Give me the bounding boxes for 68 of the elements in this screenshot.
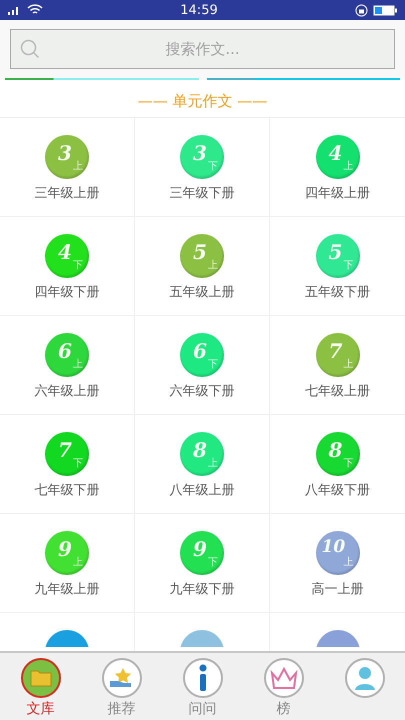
term-mark: 下 (208, 160, 218, 173)
term-mark: 上 (73, 160, 83, 173)
book-label[interactable]: 三年级下册 (170, 184, 234, 202)
grade-badge[interactable] (180, 630, 224, 647)
term-mark: 下 (208, 556, 218, 569)
grade-badge[interactable] (45, 630, 89, 647)
book-label[interactable]: 九年级上册 (34, 580, 100, 598)
book-label[interactable]: 九年级下册 (170, 580, 234, 598)
book-label[interactable]: 高一上册 (312, 580, 364, 598)
grade-number: 7 (328, 339, 342, 363)
term-mark: 下 (73, 457, 83, 470)
grade-badge[interactable]: 10 上 (316, 531, 360, 575)
info-icon (196, 664, 208, 692)
nav-label[interactable]: 榜 (276, 700, 290, 718)
battery-icon (373, 4, 397, 16)
book-label[interactable]: 五年级上册 (170, 283, 234, 301)
grade-number: 8 (193, 438, 207, 462)
lock-rotation-icon (355, 4, 368, 16)
term-mark: 上 (208, 258, 218, 272)
book-label[interactable]: 三年级上册 (34, 184, 100, 202)
term-mark: 上 (73, 556, 83, 569)
nav-label[interactable]: 推荐 (108, 700, 136, 718)
grade-number: 8 (328, 438, 342, 462)
grade-number: 6 (58, 339, 72, 363)
crown-icon (270, 667, 298, 689)
book-label[interactable]: 八年级上册 (170, 481, 234, 499)
grade-number: 5 (193, 240, 207, 264)
term-mark: 上 (208, 456, 218, 470)
folder-icon (30, 669, 52, 687)
grade-number: 6 (193, 339, 207, 363)
grade-number: 9 (193, 537, 207, 561)
term-mark: 上 (344, 358, 354, 371)
search-icon (20, 39, 40, 59)
book-label[interactable]: 七年级下册 (34, 481, 100, 499)
grade-badge[interactable] (316, 630, 360, 647)
grade-number: 3 (193, 141, 207, 165)
term-mark: 下 (344, 457, 354, 470)
wifi-icon (27, 4, 43, 16)
tab-indicator[interactable] (5, 78, 198, 80)
grade-number: 4 (58, 240, 72, 264)
book-label[interactable]: 四年级上册 (305, 184, 370, 202)
book-label[interactable]: 四年级下册 (34, 283, 100, 301)
nav-label[interactable]: 文库 (26, 700, 54, 718)
book-label[interactable]: 五年级下册 (305, 283, 370, 301)
book-label[interactable]: 八年级下册 (305, 481, 370, 499)
grade-number: 10 (322, 537, 346, 557)
book-label[interactable]: 七年级上册 (305, 382, 370, 400)
grade-number: 4 (328, 141, 342, 165)
term-mark: 下 (73, 259, 83, 272)
grade-number: 5 (328, 240, 342, 264)
grade-number: 3 (58, 141, 72, 165)
nav-button[interactable] (182, 658, 222, 698)
grade-number: 9 (58, 537, 72, 561)
term-mark: 上 (344, 556, 354, 569)
term-mark: 下 (344, 259, 354, 272)
grade-number: 7 (58, 438, 72, 462)
clock-time: 14:59 (180, 2, 218, 18)
term-mark: 上 (344, 160, 354, 173)
nav-button[interactable] (264, 658, 304, 698)
book-label[interactable]: 六年级上册 (34, 382, 100, 400)
nav-button[interactable] (20, 658, 60, 698)
nav-label[interactable]: 问问 (188, 700, 216, 718)
search-field[interactable]: 搜索作文... (10, 29, 395, 69)
term-mark: 下 (208, 358, 218, 371)
nav-button[interactable] (102, 658, 142, 698)
nav-button[interactable] (344, 658, 384, 698)
term-mark: 上 (73, 358, 83, 371)
book-label[interactable]: 六年级下册 (170, 382, 234, 400)
